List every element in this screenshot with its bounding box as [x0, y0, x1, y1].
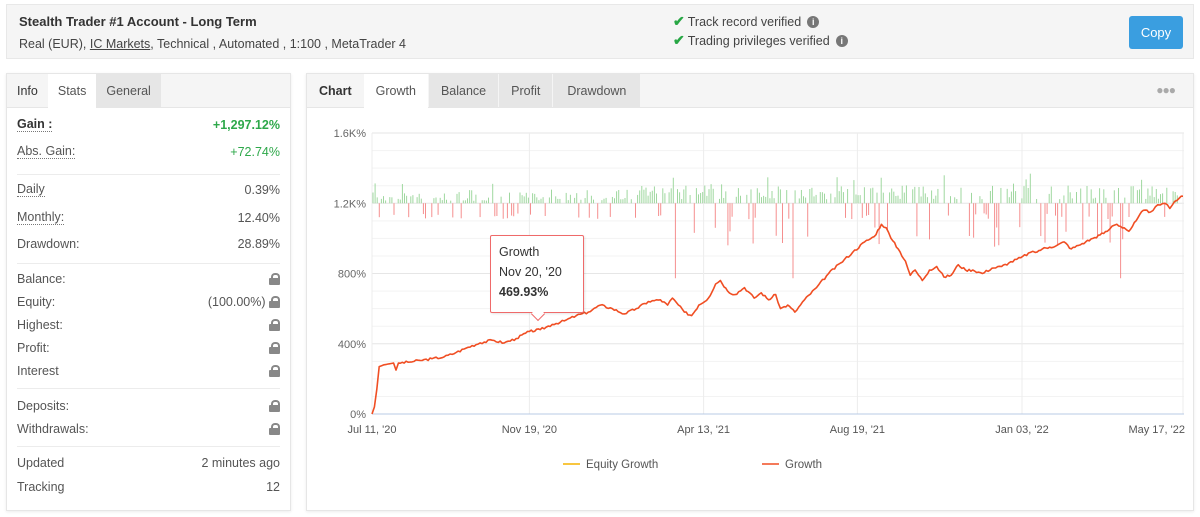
- gain-row: Gain : +1,297.12%: [17, 112, 280, 138]
- monthly-row: Monthly: 12.40%: [17, 205, 280, 231]
- account-header: Stealth Trader #1 Account - Long Term Re…: [6, 4, 1194, 59]
- trading-privileges-verified: ✔ Trading privileges verified i: [673, 32, 848, 49]
- abs-gain-value: +72.74%: [230, 145, 280, 159]
- drawdown-label: Drawdown:: [17, 237, 80, 251]
- divider: [17, 446, 280, 447]
- chart-tabs: Chart Growth Balance Profit Drawdown ●●●: [307, 74, 1193, 108]
- copy-button[interactable]: Copy: [1129, 16, 1183, 49]
- abs-gain-label[interactable]: Abs. Gain:: [17, 145, 76, 159]
- lock-icon: [269, 399, 280, 412]
- broker-link[interactable]: IC Markets: [90, 37, 150, 51]
- deposits-row: Deposits:: [17, 394, 280, 417]
- lock-icon: [269, 318, 280, 331]
- daily-label[interactable]: Daily: [17, 183, 45, 197]
- info-icon[interactable]: i: [807, 15, 820, 28]
- tracking-label: Tracking: [17, 479, 65, 494]
- tab-general[interactable]: General: [96, 74, 161, 108]
- tracking-row: Tracking 12: [17, 475, 280, 498]
- updated-row: Updated 2 minutes ago: [17, 451, 280, 475]
- withdrawals-label: Withdrawals:: [17, 421, 89, 436]
- equity-row: Equity: (100.00%): [17, 290, 280, 313]
- divider: [17, 388, 280, 389]
- interest-row: Interest: [17, 359, 280, 382]
- abs-gain-row: Abs. Gain: +72.74%: [17, 138, 280, 166]
- chart-panel: Chart Growth Balance Profit Drawdown ●●●: [306, 73, 1194, 511]
- lock-icon: [269, 296, 280, 309]
- chart-tooltip: Growth Nov 20, '20 469.93%: [490, 235, 584, 322]
- tracking-value: 12: [266, 479, 280, 494]
- gain-label[interactable]: Gain :: [17, 118, 53, 132]
- lock-icon: [269, 422, 280, 435]
- verification-label: Trading privileges verified: [687, 33, 830, 48]
- equity-value: (100.00%): [208, 295, 280, 309]
- info-icon[interactable]: i: [835, 34, 848, 47]
- equity-label: Equity:: [17, 294, 56, 309]
- tab-profit[interactable]: Profit: [499, 74, 553, 108]
- tab-chart[interactable]: Chart: [307, 74, 364, 108]
- tooltip-series: Growth: [499, 245, 540, 259]
- gain-value: +1,297.12%: [212, 118, 280, 132]
- withdrawals-row: Withdrawals:: [17, 417, 280, 440]
- lock-icon: [269, 341, 280, 354]
- account-subtitle: Real (EUR), IC Markets, Technical , Auto…: [19, 37, 406, 51]
- drawdown-row: Drawdown: 28.89%: [17, 231, 280, 257]
- tab-balance[interactable]: Balance: [428, 74, 499, 108]
- tooltip-date: Nov 20, '20: [499, 265, 562, 279]
- equity-percent: (100.00%): [207, 294, 266, 309]
- profit-label: Profit:: [17, 340, 50, 355]
- monthly-label[interactable]: Monthly:: [17, 211, 65, 225]
- more-dots-icon[interactable]: ●●●: [1156, 83, 1176, 97]
- interest-label: Interest: [17, 363, 59, 378]
- stats-list: Gain : +1,297.12% Abs. Gain: +72.74% Dai…: [7, 112, 290, 498]
- daily-value: 0.39%: [244, 183, 280, 197]
- tooltip-value: 469.93%: [499, 285, 549, 299]
- highest-row: Highest:: [17, 313, 280, 336]
- track-record-verified: ✔ Track record verified i: [673, 13, 820, 30]
- updated-label: Updated: [17, 456, 65, 470]
- tab-info[interactable]: Info: [7, 74, 48, 108]
- lock-icon: [269, 272, 280, 285]
- verification-label: Track record verified: [687, 14, 802, 29]
- account-details: , Technical , Automated , 1:100 , MetaTr…: [150, 37, 406, 51]
- account-title: Stealth Trader #1 Account - Long Term: [19, 14, 257, 29]
- deposits-label: Deposits:: [17, 398, 70, 413]
- stats-tabs: Info Stats General: [7, 74, 290, 108]
- tab-drawdown[interactable]: Drawdown: [553, 74, 641, 108]
- monthly-value: 12.40%: [237, 211, 280, 225]
- lock-icon: [269, 364, 280, 377]
- tab-growth[interactable]: Growth: [363, 74, 428, 108]
- profit-row: Profit:: [17, 336, 280, 359]
- divider: [17, 263, 280, 264]
- updated-value: 2 minutes ago: [201, 456, 280, 470]
- balance-label: Balance:: [17, 271, 66, 286]
- daily-row: Daily 0.39%: [17, 175, 280, 205]
- check-icon: ✔: [673, 13, 685, 29]
- tab-stats[interactable]: Stats: [47, 74, 97, 108]
- balance-row: Balance:: [17, 267, 280, 290]
- check-icon: ✔: [673, 32, 685, 48]
- highest-label: Highest:: [17, 317, 63, 332]
- account-type: Real (EUR),: [19, 37, 87, 51]
- drawdown-value: 28.89%: [237, 237, 280, 251]
- stats-panel: Info Stats General Gain : +1,297.12% Abs…: [6, 73, 291, 511]
